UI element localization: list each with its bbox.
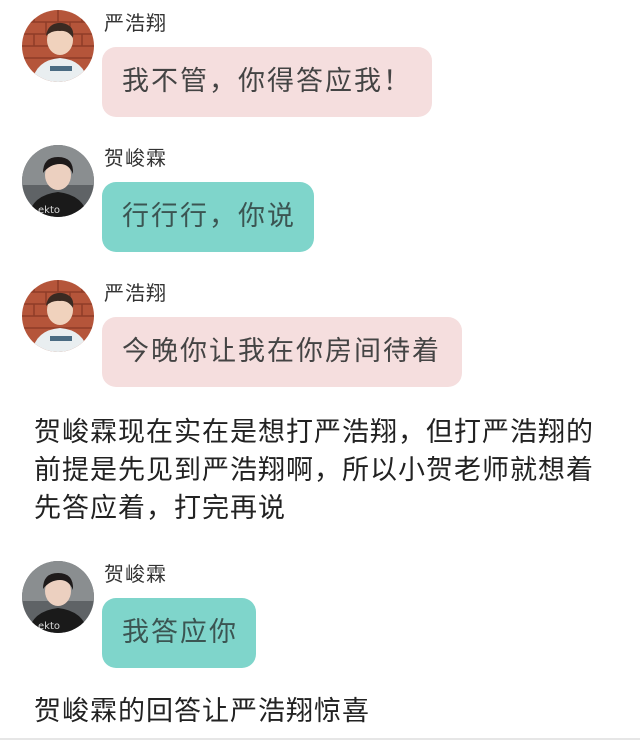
message-bubble[interactable]: 行行行，你说 (102, 182, 314, 252)
message-bubble[interactable]: 今晚你让我在你房间待着 (102, 317, 462, 387)
avatar[interactable]: ekto (22, 561, 94, 633)
divider (0, 738, 640, 740)
dark-avatar-icon: ekto (22, 561, 94, 633)
avatar[interactable] (22, 10, 94, 82)
narration-text: 贺峻霖现在实在是想打严浩翔，但打严浩翔的前提是先见到严浩翔啊，所以小贺老师就想着… (34, 417, 594, 524)
sender-name: 贺峻霖 (104, 146, 167, 170)
dark-avatar-icon: ekto (22, 145, 94, 217)
chat-message: 严浩翔 我不管，你得答应我！ (0, 0, 640, 130)
brick-wall-avatar-icon (22, 280, 94, 352)
message-bubble[interactable]: 我答应你 (102, 598, 256, 668)
sender-name: 严浩翔 (104, 11, 167, 35)
narration-text: 贺峻霖的回答让严浩翔惊喜 (34, 696, 370, 727)
svg-text:ekto: ekto (38, 621, 60, 632)
avatar[interactable] (22, 280, 94, 352)
brick-wall-avatar-icon (22, 10, 94, 82)
avatar[interactable]: ekto (22, 145, 94, 217)
sender-name: 贺峻霖 (104, 562, 167, 586)
sender-name: 严浩翔 (104, 281, 167, 305)
svg-text:ekto: ekto (38, 205, 60, 216)
message-bubble[interactable]: 我不管，你得答应我！ (102, 47, 432, 117)
